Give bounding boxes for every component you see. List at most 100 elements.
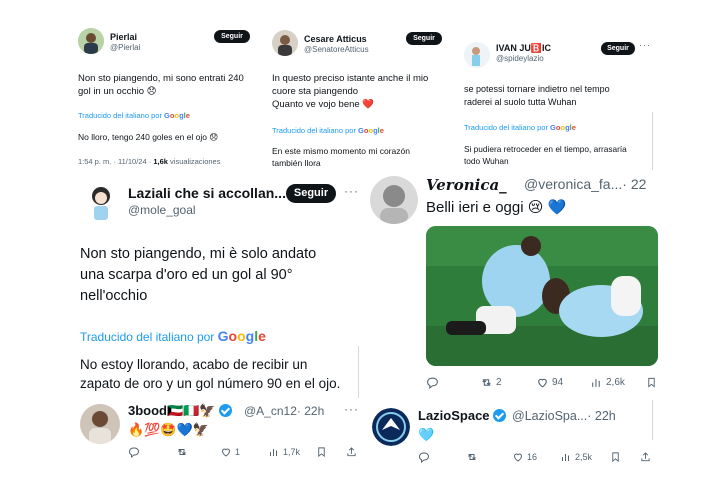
retweet-action[interactable] (176, 446, 191, 458)
more-options-icon[interactable]: ··· (344, 402, 359, 416)
author-name[interactable]: LazioSpace (418, 408, 507, 423)
views-icon (270, 449, 277, 456)
heart-icon (538, 378, 547, 388)
translation-attribution[interactable]: Traducido del italiano por Google (464, 123, 576, 132)
reply-icon (128, 447, 140, 458)
bookmark-action[interactable] (610, 451, 621, 463)
follow-button[interactable]: Seguir (214, 30, 250, 43)
share-action[interactable] (640, 451, 651, 463)
follow-button[interactable]: Seguir (286, 184, 336, 203)
reply-text: 🔥💯🤩💙🦅 (128, 422, 209, 437)
more-options-icon[interactable]: ··· (639, 40, 651, 50)
author-handle[interactable]: @spideylazio (496, 54, 544, 63)
author-handle-text: @LazioSpa... (512, 409, 588, 423)
translation-attribution[interactable]: Traducido del italiano por Google (272, 126, 384, 135)
more-options-icon[interactable]: ··· (344, 184, 359, 198)
avatar[interactable] (272, 30, 298, 56)
follow-button[interactable]: Seguir (601, 42, 635, 55)
reply-action[interactable] (128, 446, 143, 458)
views-count: 2,6k (606, 377, 625, 388)
share-action[interactable] (346, 446, 357, 458)
views-label: visualizaciones (167, 157, 221, 166)
translation-text: No estoy llorando, acabo de recibir un (80, 357, 308, 372)
views-count: 1,7k (283, 447, 301, 457)
avatar[interactable] (78, 28, 104, 54)
retweet-icon (178, 449, 186, 455)
like-count: 1 (235, 447, 241, 457)
tweet-text-line: Non sto piangendo, mi sono entrati 240 (78, 73, 244, 84)
tweet-text-line: raderei al suolo tutta Wuhan (464, 97, 577, 107)
follow-button[interactable]: Seguir (406, 32, 442, 45)
tweet-time[interactable]: · 22h (297, 404, 324, 418)
like-action[interactable]: 94 (536, 376, 563, 389)
avatar[interactable] (464, 42, 490, 68)
tweet-text-line: una scarpa d'oro ed un gol al 90° (80, 267, 293, 283)
reply-text: 🩵 (418, 427, 435, 442)
author-name[interactable]: Cesare Atticus (304, 34, 367, 44)
author-handle[interactable]: @SenatoreAtticus (304, 45, 369, 54)
share-icon (347, 447, 356, 457)
author-handle[interactable]: @veronica_fa...· 22 (524, 176, 646, 192)
views-action[interactable]: 2,5k (560, 451, 592, 463)
thread-line (652, 112, 653, 172)
heart-icon (513, 453, 523, 462)
translation-text: también llora (272, 158, 321, 168)
translation-attribution-text: Traducido del italiano por (78, 111, 165, 120)
author-name[interactable]: Veronica_ (426, 176, 507, 194)
translation-text: En este mismo momento mi corazón (272, 146, 410, 156)
retweet-count: 2 (496, 377, 502, 388)
translation-attribution[interactable]: Traducido del italiano por Google (80, 328, 266, 344)
views-action[interactable]: 1,7k (268, 446, 300, 458)
reply-action[interactable] (418, 451, 433, 463)
translation-attribution-text: Traducido del italiano por (80, 330, 218, 344)
author-name[interactable]: Laziali che si accollan... (128, 185, 286, 201)
google-logo: Google (217, 328, 266, 344)
avatar[interactable] (80, 404, 120, 444)
author-name[interactable]: 3bood🇰🇼🇮🇹🦅 (128, 403, 233, 419)
author-handle[interactable]: @A_cn12· 22h (244, 404, 324, 418)
avatar[interactable] (370, 176, 418, 224)
tweet-date[interactable]: 1:54 p. m. · 11/10/24 · (78, 157, 153, 166)
translation-attribution-text: Traducido del italiano por (464, 123, 551, 132)
author-handle[interactable]: @LazioSpa...· 22h (512, 409, 616, 423)
tweet-meta: 1:54 p. m. · 11/10/24 · 1,6k visualizaci… (78, 157, 220, 166)
reply-icon (427, 377, 438, 389)
google-logo: Google (550, 123, 576, 132)
retweet-action[interactable]: 2 (480, 376, 502, 389)
translation-text: No lloro, tengo 240 goles en el ojo 😞 (78, 132, 219, 142)
tweet-text-line: se potessi tornare indietro nel tempo (464, 84, 610, 94)
google-logo: Google (358, 126, 384, 135)
bookmark-action[interactable] (316, 446, 327, 458)
like-action[interactable]: 16 (512, 451, 537, 463)
like-count: 94 (552, 377, 564, 388)
views-icon (592, 379, 600, 387)
share-icon (641, 452, 650, 462)
author-name[interactable]: IVAN JU🅱️IC (496, 43, 551, 54)
avatar[interactable] (372, 408, 410, 446)
author-handle[interactable]: @mole_goal (128, 203, 196, 217)
bookmark-action[interactable] (646, 376, 657, 389)
views-count: 2,5k (575, 452, 593, 462)
reply-action[interactable] (426, 376, 442, 389)
tweet-time[interactable]: · 22h (587, 409, 616, 423)
avatar[interactable] (86, 184, 116, 222)
like-count: 16 (527, 452, 538, 462)
retweet-action[interactable] (466, 451, 481, 463)
author-handle[interactable]: @Pierlai (110, 43, 140, 52)
tweet-text: Belli ieri e oggi 😢 💙 (426, 199, 567, 216)
like-action[interactable]: 1 (220, 446, 240, 458)
reply-card-3bood: 3bood🇰🇼🇮🇹🦅 @A_cn12· 22h ··· 🔥💯🤩💙🦅 1 1,7k (72, 398, 368, 466)
thread-line (358, 346, 359, 400)
reply-card-laziospace: LazioSpace @LazioSpa...· 22h 🩵 16 2,5k (366, 400, 660, 470)
views-action[interactable]: 2,6k (590, 376, 625, 389)
tweet-time[interactable]: · 22 (622, 176, 646, 192)
translation-attribution[interactable]: Traducido del italiano por Google (78, 111, 190, 120)
author-name[interactable]: Pierlai (110, 32, 137, 42)
bookmark-icon (648, 377, 655, 388)
tweet-photo[interactable] (426, 226, 658, 366)
tweet-text-line: nell'occhio (80, 288, 148, 304)
tweet-card-pierlai: Pierlai @Pierlai Seguir Non sto piangend… (68, 20, 258, 180)
tweet-text-line: gol in un occhio 😞 (78, 86, 157, 97)
reply-icon (418, 452, 430, 463)
translation-text: todo Wuhan (464, 156, 509, 166)
